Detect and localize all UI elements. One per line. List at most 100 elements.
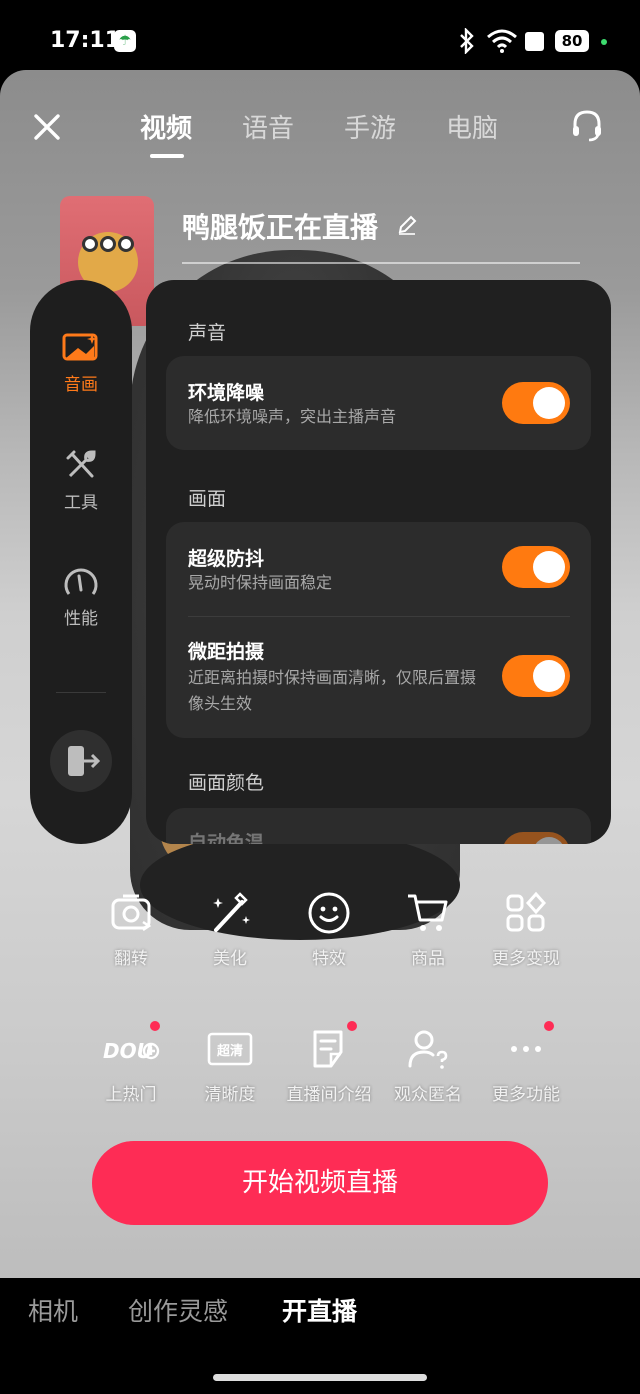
tab-voice[interactable]: 语音 — [242, 108, 294, 158]
setting-title: 微距拍摄 — [188, 641, 265, 663]
tab-mobile-game[interactable]: 手游 — [344, 108, 396, 158]
rail-divider — [56, 692, 106, 693]
setting-title: 环境降噪 — [188, 382, 265, 404]
title-underline — [182, 262, 580, 264]
group-color: 自动色温 — [166, 808, 591, 844]
bottom-tab-go-live[interactable]: 开直播 — [282, 1292, 357, 1328]
tool-effects[interactable]: 特效 — [279, 890, 379, 969]
tool-label: 商品 — [411, 949, 445, 969]
home-indicator[interactable] — [213, 1374, 427, 1381]
promote-badge — [150, 1021, 160, 1031]
tool-label: 直播间介绍 — [286, 1085, 372, 1105]
room-intro-icon — [313, 1030, 343, 1068]
bottom-tab-inspiration[interactable]: 创作灵感 — [128, 1292, 228, 1328]
setting-row-macro: 微距拍摄 近距离拍摄时保持画面清晰，仅限后置摄像头生效 — [166, 617, 591, 738]
cover-eye — [100, 236, 116, 252]
toggle-knob — [533, 660, 565, 692]
anonymous-viewer-icon — [408, 1030, 448, 1069]
rail-item-performance[interactable]: 性能 — [30, 564, 132, 629]
tool-anonymous-viewers[interactable]: 观众匿名 — [378, 1026, 478, 1105]
screen: 17:11 ☂ 80 视频 语音 手游 电脑 鸭腿饭正在直播 音画 工具 性能 … — [0, 0, 640, 1394]
auto-white-balance-toggle[interactable] — [502, 832, 570, 844]
stabilization-toggle[interactable] — [502, 546, 570, 588]
cover-eye — [82, 236, 98, 252]
effects-smile-icon — [308, 892, 350, 934]
start-live-button[interactable]: 开始视频直播 — [92, 1141, 548, 1225]
bluetooth-icon — [460, 28, 474, 54]
tool-label: 上热门 — [105, 1085, 157, 1105]
section-title-sound: 声音 — [188, 322, 227, 344]
monetize-grid-icon — [506, 891, 547, 932]
edit-pencil-icon[interactable] — [396, 214, 418, 236]
rail-item-label: 性能 — [64, 609, 98, 629]
tool-label: 观众匿名 — [394, 1085, 462, 1105]
picture-sound-panel: 声音 环境降噪 降低环境噪声，突出主播声音 画面 超级防抖 晃动时保持画面稳定 … — [146, 280, 611, 844]
picture-sound-icon — [62, 333, 98, 361]
tool-promote[interactable]: DOU 上热门 — [81, 1026, 181, 1105]
tool-label: 翻转 — [114, 949, 148, 969]
tool-label: 美化 — [213, 949, 247, 969]
group-picture: 超级防抖 晃动时保持画面稳定 微距拍摄 近距离拍摄时保持画面清晰，仅限后置摄像头… — [166, 522, 591, 738]
exit-icon — [68, 746, 101, 776]
cover-eye — [118, 236, 134, 252]
tool-room-intro[interactable]: 直播间介绍 — [279, 1026, 379, 1105]
setting-row-noise-reduction: 环境降噪 降低环境噪声，突出主播声音 — [166, 356, 591, 450]
status-bar: 17:11 ☂ 80 — [0, 0, 640, 70]
live-title[interactable]: 鸭腿饭正在直播 — [182, 206, 378, 246]
customer-service-headset-icon[interactable] — [570, 108, 604, 144]
svg-text:超清: 超清 — [217, 1043, 243, 1059]
status-time: 17:11 — [50, 28, 121, 53]
setting-title: 自动色温 — [188, 832, 265, 844]
charging-dot — [601, 39, 607, 45]
tool-label: 更多变现 — [492, 949, 560, 969]
tool-more-features[interactable]: 更多功能 — [476, 1026, 576, 1105]
tools-icon — [66, 450, 96, 478]
rail-item-label: 音画 — [64, 375, 98, 395]
section-title-picture: 画面 — [188, 488, 227, 510]
dou-plus-icon: DOU — [103, 1039, 160, 1063]
close-icon[interactable] — [30, 110, 64, 144]
umbrella-notification-icon: ☂ — [114, 30, 136, 52]
more-dots-icon — [511, 1046, 541, 1052]
live-type-tabs: 视频 语音 手游 电脑 — [140, 108, 498, 158]
battery-indicator: 80 — [555, 30, 589, 52]
gauge-icon — [64, 568, 98, 595]
tab-pc[interactable]: 电脑 — [446, 108, 498, 158]
tool-label: 特效 — [312, 949, 346, 969]
wifi-icon — [487, 29, 517, 53]
flip-camera-icon — [111, 894, 152, 932]
resolution-icon: 超清 — [207, 1032, 253, 1066]
toggle-knob — [533, 387, 565, 419]
group-sound: 环境降噪 降低环境噪声，突出主播声音 — [166, 356, 591, 450]
setting-subtitle: 近距离拍摄时保持画面清晰，仅限后置摄像头生效 — [188, 668, 477, 713]
rail-item-tools[interactable]: 工具 — [30, 448, 132, 513]
tool-label: 更多功能 — [492, 1085, 560, 1105]
tool-resolution[interactable]: 超清 清晰度 — [180, 1026, 280, 1105]
more-features-badge — [544, 1021, 554, 1031]
exit-button[interactable] — [50, 730, 112, 792]
tab-video[interactable]: 视频 — [140, 108, 192, 158]
tool-more-monetize[interactable]: 更多变现 — [476, 890, 576, 969]
rail-item-picture-sound[interactable]: 音画 — [30, 332, 132, 395]
toggle-knob — [533, 551, 565, 583]
setting-title: 超级防抖 — [188, 548, 265, 570]
setting-row-auto-white-balance: 自动色温 — [166, 808, 591, 844]
bottom-tab-camera[interactable]: 相机 — [28, 1292, 78, 1328]
tool-beautify[interactable]: 美化 — [180, 890, 280, 969]
macro-toggle[interactable] — [502, 655, 570, 697]
shopping-cart-icon — [408, 894, 448, 931]
tool-products[interactable]: 商品 — [378, 890, 478, 969]
rail-item-label: 工具 — [64, 493, 98, 513]
section-title-color: 画面颜色 — [188, 772, 265, 794]
setting-row-stabilization: 超级防抖 晃动时保持画面稳定 — [166, 522, 591, 616]
noise-reduction-toggle[interactable] — [502, 382, 570, 424]
setting-subtitle: 晃动时保持画面稳定 — [188, 573, 333, 592]
room-intro-badge — [347, 1021, 357, 1031]
bottom-nav: 相机 创作灵感 开直播 — [0, 1278, 640, 1394]
tool-label: 清晰度 — [204, 1085, 256, 1105]
setting-subtitle: 降低环境噪声，突出主播声音 — [188, 407, 397, 426]
svg-text:DOU: DOU — [103, 1039, 153, 1063]
toggle-knob — [533, 837, 565, 844]
settings-side-rail: 音画 工具 性能 — [30, 280, 132, 844]
tool-flip[interactable]: 翻转 — [81, 890, 181, 969]
